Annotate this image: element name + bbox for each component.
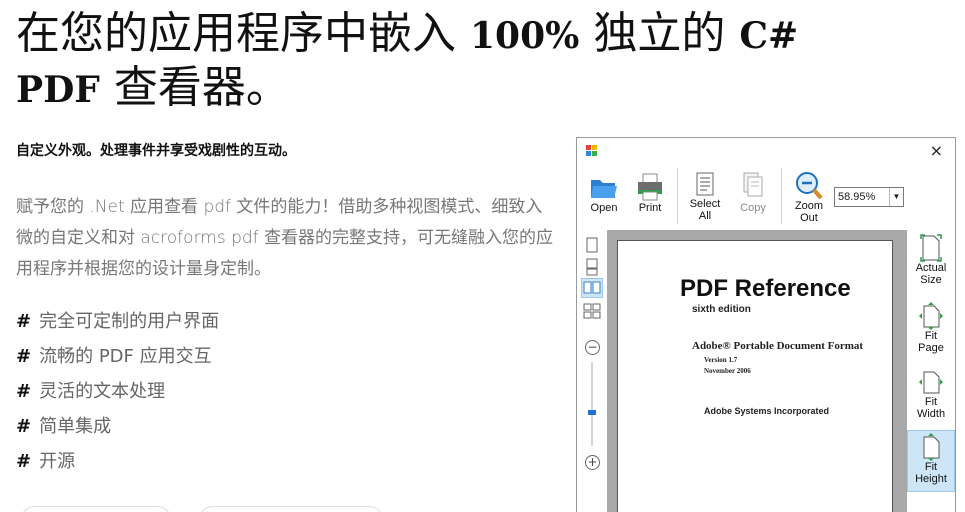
- zoom-out-button[interactable]: Zoom Out: [786, 168, 832, 224]
- fit-mode-toolbar: Actual Size Fit Page Fit Width Fit Heigh…: [907, 230, 955, 512]
- doc-title: PDF Reference: [680, 275, 851, 302]
- hash-icon: #: [16, 311, 32, 332]
- select-document-icon: [682, 168, 728, 202]
- fit-width-button[interactable]: Fit Width: [907, 368, 955, 420]
- doc-company: Adobe Systems Incorporated: [704, 406, 830, 416]
- print-button[interactable]: Print: [627, 168, 673, 214]
- printer-icon: [627, 168, 673, 202]
- app-icon: [586, 145, 598, 157]
- doc-date: November 2006: [704, 367, 751, 375]
- title-text-2: 独立的: [579, 8, 740, 59]
- open-button[interactable]: Open: [581, 168, 627, 214]
- actual-size-button[interactable]: Actual Size: [907, 234, 955, 286]
- fit-height-button[interactable]: Fit Height: [907, 430, 955, 492]
- secondary-cta-button[interactable]: [198, 506, 384, 512]
- select-all-button[interactable]: Select All: [682, 168, 728, 222]
- view-mode-toolbar: − +: [577, 230, 607, 512]
- hash-icon: #: [16, 346, 32, 367]
- zoom-minus-button[interactable]: −: [585, 340, 600, 355]
- pdf-page: PDF Reference sixth edition Adobe® Porta…: [617, 240, 893, 512]
- actual-size-label: Actual Size: [915, 262, 947, 286]
- subtitle: 自定义外观。处理事件并享受戏剧性的互动。: [16, 143, 296, 159]
- feature-item: # 流畅的 PDF 应用交互: [16, 339, 219, 374]
- feature-list: # 完全可定制的用户界面 # 流畅的 PDF 应用交互 # 灵活的文本处理 # 简单集成…: [16, 304, 219, 479]
- title-text-1: 在您的应用程序中嵌入: [16, 8, 470, 59]
- feature-label: 简单集成: [39, 416, 112, 437]
- zoom-slider-track[interactable]: [591, 362, 593, 446]
- feature-label: 流畅的 PDF 应用交互: [39, 346, 212, 367]
- two-page-view-icon[interactable]: [581, 278, 603, 298]
- facing-continuous-view-icon[interactable]: [583, 302, 601, 320]
- close-icon[interactable]: ×: [930, 141, 943, 160]
- print-label: Print: [638, 202, 662, 214]
- doc-edition: sixth edition: [692, 304, 751, 315]
- zoom-level-select[interactable]: 58.95% ▼: [834, 187, 904, 207]
- feature-label: 完全可定制的用户界面: [39, 311, 220, 332]
- page-title: 在您的应用程序中嵌入 100% 独立的 C# PDF 查看器。: [16, 8, 916, 116]
- fit-width-icon: [907, 368, 955, 396]
- hash-icon: #: [16, 416, 32, 437]
- toolbar-separator: [677, 168, 678, 224]
- description: 赋予您的 .Net 应用查看 pdf 文件的能力！借助多种视图模式、细致入微的自…: [16, 197, 554, 279]
- primary-cta-button[interactable]: [20, 506, 172, 512]
- zoom-out-label: Zoom Out: [794, 200, 824, 224]
- fit-height-icon: [908, 433, 954, 461]
- title-text-3: 查看器。: [99, 62, 290, 113]
- document-viewport[interactable]: PDF Reference sixth edition Adobe® Porta…: [607, 230, 907, 512]
- single-page-view-icon[interactable]: [583, 236, 601, 254]
- copy-label: Copy: [740, 202, 766, 214]
- zoom-plus-button[interactable]: +: [585, 455, 600, 470]
- viewer-toolbar: Open Print Select All Copy Zoom Out 58.9…: [577, 164, 955, 230]
- fit-width-label: Fit Width: [916, 396, 946, 420]
- feature-item: # 简单集成: [16, 409, 219, 444]
- fit-page-button[interactable]: Fit Page: [907, 302, 955, 354]
- doc-format: Adobe® Portable Document Format: [692, 340, 864, 352]
- pdf-viewer-window: × Open Print Select All Copy Zoom Out 58…: [576, 137, 956, 512]
- fit-page-icon: [907, 302, 955, 330]
- feature-item: # 灵活的文本处理: [16, 374, 219, 409]
- continuous-view-icon[interactable]: [583, 258, 601, 276]
- magnifier-icon: [786, 168, 832, 202]
- open-label: Open: [590, 202, 618, 214]
- actual-size-icon: [907, 234, 955, 262]
- hash-icon: #: [16, 381, 32, 402]
- hash-icon: #: [16, 451, 32, 472]
- fit-page-label: Fit Page: [918, 330, 944, 354]
- zoom-slider-thumb[interactable]: [588, 410, 596, 415]
- toolbar-separator: [781, 168, 782, 224]
- feature-item: # 完全可定制的用户界面: [16, 304, 219, 339]
- chevron-down-icon: ▼: [889, 188, 903, 206]
- fit-height-label: Fit Height: [915, 461, 947, 485]
- title-bold-100: 100%: [470, 15, 580, 57]
- window-titlebar: ×: [577, 138, 955, 164]
- copy-button[interactable]: Copy: [730, 168, 776, 214]
- feature-label: 开源: [39, 451, 76, 472]
- copy-icon: [730, 168, 776, 202]
- doc-version: Version 1.7: [704, 356, 738, 364]
- title-bold-csharp: C#: [739, 15, 799, 57]
- zoom-value: 58.95%: [838, 191, 876, 203]
- title-bold-pdf: PDF: [16, 69, 100, 111]
- folder-icon: [581, 168, 627, 202]
- feature-item: # 开源: [16, 444, 219, 479]
- feature-label: 灵活的文本处理: [39, 381, 166, 402]
